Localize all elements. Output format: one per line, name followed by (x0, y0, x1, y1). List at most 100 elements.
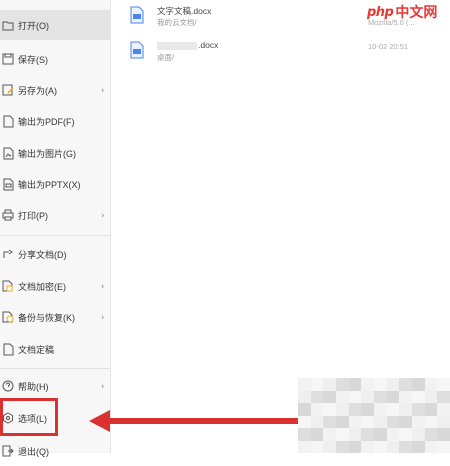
mosaic-tile (412, 428, 425, 441)
annotation-highlight-box (0, 398, 58, 436)
mosaic-tile (323, 378, 336, 391)
mosaic-tile (374, 440, 387, 453)
print-icon (2, 209, 14, 222)
menu-item-share[interactable]: 分享文档(D) (0, 239, 110, 269)
pdf-icon (2, 115, 14, 128)
mosaic-tile (386, 390, 400, 403)
mosaic-tile (437, 390, 450, 403)
pptx-icon (2, 178, 14, 191)
menu-item-exit[interactable]: 退出(Q) (0, 436, 110, 466)
mosaic-tile (310, 415, 324, 428)
mosaic-tile (424, 378, 438, 391)
menu-item-encrypt[interactable]: 文档加密(E) › (0, 271, 110, 301)
mosaic-tile (323, 415, 336, 428)
mosaic-tile (412, 403, 425, 416)
mosaic-tile (361, 378, 374, 391)
file-name: .docx (157, 40, 218, 50)
php-cn-logo: php 中文网 (367, 2, 447, 22)
mosaic-tile (399, 428, 412, 441)
menu-item-save-as[interactable]: 另存为(A) › (0, 75, 110, 105)
mosaic-tile (298, 403, 311, 416)
menu-item-print[interactable]: 打印(P) › (0, 200, 110, 230)
mosaic-tile (399, 440, 412, 453)
mosaic-tile (399, 390, 412, 403)
mosaic-tile (298, 378, 311, 391)
mosaic-tile (310, 390, 324, 403)
chevron-right-icon: › (101, 85, 104, 95)
menu-item-finalize[interactable]: 文档定稿 (0, 334, 110, 364)
menu-item-label: 备份与恢复(K) (18, 312, 75, 323)
file-meta: 10-02 20:51 (368, 42, 409, 51)
menu-item-label: 退出(Q) (18, 446, 49, 457)
menu-item-label: 打印(P) (18, 210, 48, 221)
lock-icon (2, 280, 14, 293)
mosaic-tile (437, 415, 450, 428)
menu-item-label: 输出为PPTX(X) (18, 179, 81, 190)
mosaic-tile (323, 403, 336, 416)
mosaic-tile (399, 378, 412, 391)
file-name-text: .docx (198, 40, 219, 50)
menu-item-label: 文档定稿 (18, 344, 55, 355)
mosaic-tile (412, 440, 425, 453)
mosaic-tile (386, 378, 400, 391)
mosaic-tile (298, 428, 311, 441)
mosaic-tile (437, 428, 450, 441)
mosaic-tile (412, 415, 425, 428)
mosaic-tile (361, 415, 374, 428)
logo-cn-text: 中文网 (395, 4, 438, 20)
mosaic-tile (424, 403, 438, 416)
backup-icon (2, 311, 14, 324)
mosaic-tile (386, 415, 400, 428)
mosaic-tile (336, 390, 349, 403)
finalize-icon (2, 343, 14, 356)
menu-item-open[interactable]: 打开(O) (0, 10, 110, 40)
chevron-right-icon: › (101, 312, 104, 322)
mosaic-tile (437, 403, 450, 416)
file-path: 我的云文档/ (157, 18, 197, 27)
mosaic-tile (399, 403, 412, 416)
mosaic-tile (323, 440, 336, 453)
redacted-block (157, 41, 197, 50)
exit-icon (2, 445, 14, 458)
menu-item-export-pptx[interactable]: 输出为PPTX(X) (0, 169, 110, 199)
chevron-right-icon: › (101, 210, 104, 220)
menu-item-export-image[interactable]: 输出为图片(G) (0, 138, 110, 168)
share-icon (2, 248, 14, 261)
mosaic-tile (424, 428, 438, 441)
mosaic-tile (386, 403, 400, 416)
mosaic-tile (298, 390, 311, 403)
mosaic-tile (412, 390, 425, 403)
mosaic-tile (361, 403, 374, 416)
mosaic-tile (348, 440, 362, 453)
menu-divider (0, 368, 110, 369)
mosaic-tile (310, 378, 324, 391)
mosaic-tile (310, 440, 324, 453)
file-menu: 打开(O) 保存(S) 另存为(A) › 输出为PDF(F) 输出为图片(G) … (0, 0, 111, 457)
menu-item-label: 输出为图片(G) (18, 148, 76, 159)
save-as-icon (2, 84, 14, 97)
mosaic-tile (323, 390, 336, 403)
menu-item-label: 分享文档(D) (18, 249, 67, 260)
mosaic-tile (298, 440, 311, 453)
mosaic-tile (348, 415, 362, 428)
help-icon (2, 380, 14, 393)
mosaic-tile (386, 428, 400, 441)
menu-item-export-pdf[interactable]: 输出为PDF(F) (0, 106, 110, 136)
menu-item-backup[interactable]: 备份与恢复(K) › (0, 302, 110, 332)
menu-item-label: 输出为PDF(F) (18, 116, 75, 127)
annotation-arrow (108, 418, 302, 424)
mosaic-tile (424, 415, 438, 428)
mosaic-tile (374, 415, 387, 428)
chevron-right-icon: › (101, 281, 104, 291)
mosaic-tile (374, 428, 387, 441)
mosaic-tile (361, 390, 374, 403)
mosaic-tile (437, 378, 450, 391)
mosaic-tile (336, 378, 349, 391)
mosaic-tile (336, 403, 349, 416)
annotation-arrow-head (89, 410, 110, 432)
save-icon (2, 53, 14, 66)
menu-item-help[interactable]: 帮助(H) › (0, 371, 110, 401)
menu-item-save[interactable]: 保存(S) (0, 44, 110, 74)
mosaic-tile (298, 415, 311, 428)
menu-item-label: 文档加密(E) (18, 281, 66, 292)
